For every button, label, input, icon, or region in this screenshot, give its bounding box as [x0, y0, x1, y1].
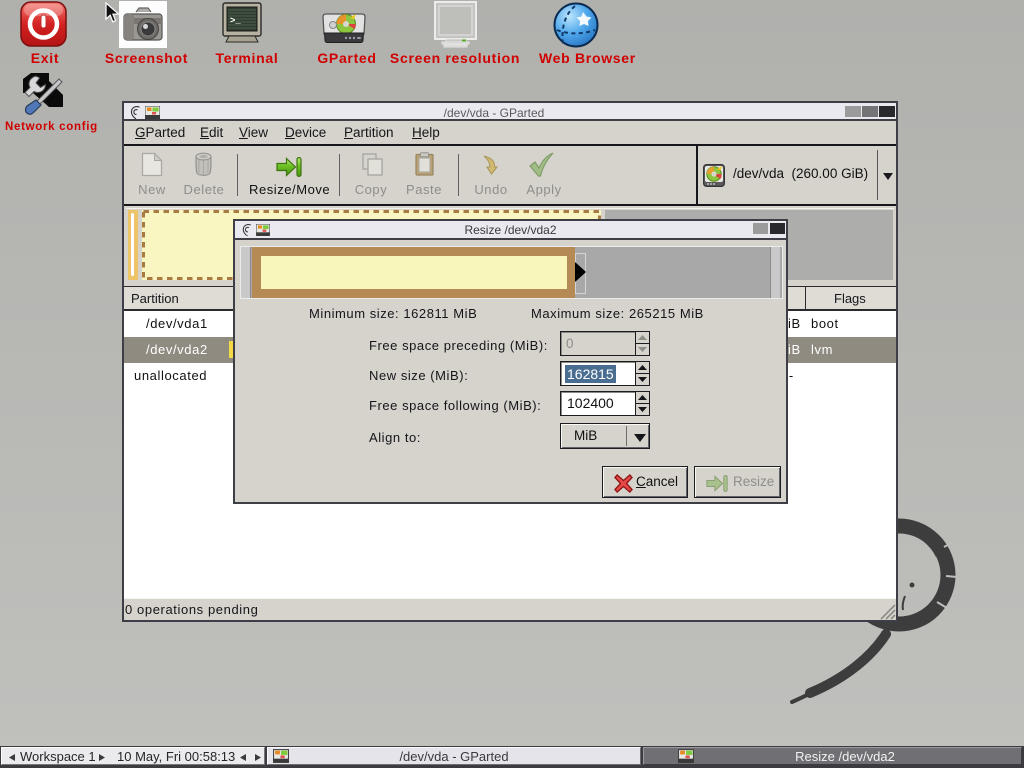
- svg-text:>_: >_: [230, 16, 241, 26]
